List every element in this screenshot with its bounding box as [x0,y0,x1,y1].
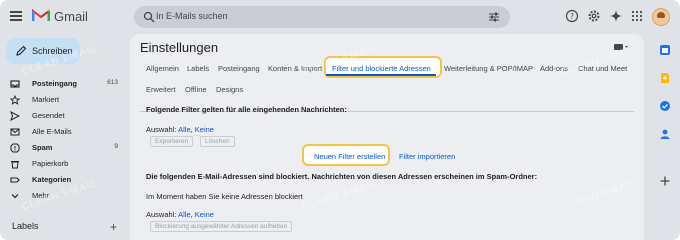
pencil-icon [16,45,27,56]
unblock-selected-button[interactable]: Blockierung ausgewählter Adressen aufheb… [150,221,293,232]
gmail-logo-icon[interactable] [32,8,50,22]
gemini-sparkle-icon[interactable] [609,9,623,23]
keep-icon[interactable] [659,72,671,84]
tab-labels[interactable]: Labels [187,64,209,73]
sidebar-item-label: Papierkorb [32,159,69,168]
sidebar-item-spam[interactable]: Spam 9 [0,140,128,156]
create-filter-link[interactable]: Neuen Filter erstellen [314,152,385,161]
add-addon-icon[interactable] [659,175,671,187]
filters-heading: Folgende Filter gelten für alle eingehen… [146,105,347,114]
search-bar[interactable]: In E-Mails suchen [134,6,510,28]
select-none-blocked-link[interactable]: Keine [195,210,214,219]
sidebar-item-count: 9 [114,143,118,150]
select-none-filters-link[interactable]: Keine [195,125,214,134]
select-all-filters-link[interactable]: Alle [178,125,191,134]
import-filter-link[interactable]: Filter importieren [399,152,455,161]
app-title: Gmail [54,9,88,24]
no-blocked-message: Im Moment haben Sie keine Adressen block… [146,192,303,201]
sidebar-item-alle-e-mails[interactable]: Alle E-Mails [0,124,128,140]
contacts-icon[interactable] [659,128,671,140]
sidebar-item-label: Alle E-Mails [32,127,72,136]
select-all-blocked-link[interactable]: Alle [178,210,191,219]
blocked-heading: Die folgenden E-Mail-Adressen sind block… [146,172,538,181]
sidebar-item-label: Gesendet [32,111,65,120]
tasks-icon[interactable] [659,100,671,112]
sidebar-item-label: Posteingang [32,79,78,88]
main-menu-icon[interactable] [10,11,22,21]
blocked-selection-label: Auswahl: Alle, Keine [146,210,214,219]
tab-forwarding-pop-imap[interactable]: Weiterleitung & POP/IMAP [444,64,533,73]
tab-offline[interactable]: Offline [185,85,207,94]
sidebar-item-label: Kategorien [32,175,72,184]
sidebar-item-label: Spam [32,143,53,152]
tab-allgemein[interactable]: Allgemein [146,64,179,73]
star-icon [10,95,20,105]
apps-grid-icon[interactable] [630,9,644,23]
tab-filter-blocked[interactable]: Filter und blockierte Adressen [332,64,431,73]
trash-icon [11,161,19,169]
sidebar-item-gesendet[interactable]: Gesendet [0,108,128,124]
sidebar-item-kategorien[interactable]: Kategorien [0,172,128,188]
page-title: Einstellungen [140,40,219,55]
label-icon [10,177,20,183]
labels-heading: Labels [12,221,39,231]
sidebar-item-posteingang[interactable]: Posteingang 613 [0,76,128,92]
search-placeholder[interactable]: In E-Mails suchen [156,11,228,21]
search-options-icon[interactable] [488,11,500,23]
spam-icon [10,143,20,153]
inbox-icon [10,80,20,88]
active-tab-underline [326,74,436,76]
send-icon [10,111,20,121]
tab-erweitert[interactable]: Erweitert [146,85,176,94]
settings-gear-icon[interactable] [587,9,601,23]
sidebar-item-label: Markiert [32,95,60,104]
calendar-icon[interactable] [659,44,671,56]
top-bar: Gmail In E-Mails suchen ? [0,0,680,34]
search-icon[interactable] [143,11,155,23]
mail-icon [10,128,20,136]
gmail-window: Gmail In E-Mails suchen ? Schreiben Post… [0,0,680,240]
filters-selection-label: Auswahl: Alle, Keine [146,125,214,134]
chevron-down-icon [11,194,19,199]
tab-designs[interactable]: Designs [216,85,243,94]
sidebar-item-papierkorb[interactable]: Papierkorb [0,156,128,172]
select-prefix-2: Auswahl: [146,210,177,219]
svg-text:?: ? [570,12,574,21]
sidebar-item-markiert[interactable]: Markiert [0,92,128,108]
select-prefix: Auswahl: [146,125,177,134]
help-icon[interactable]: ? [565,9,579,23]
add-label-button[interactable]: + [110,220,117,234]
delete-button[interactable]: Löschen [200,136,235,147]
sidebar-item-count: 613 [107,79,118,86]
export-button[interactable]: Exportieren [150,136,194,147]
tab-posteingang[interactable]: Posteingang [218,64,260,73]
account-avatar[interactable] [652,8,670,26]
